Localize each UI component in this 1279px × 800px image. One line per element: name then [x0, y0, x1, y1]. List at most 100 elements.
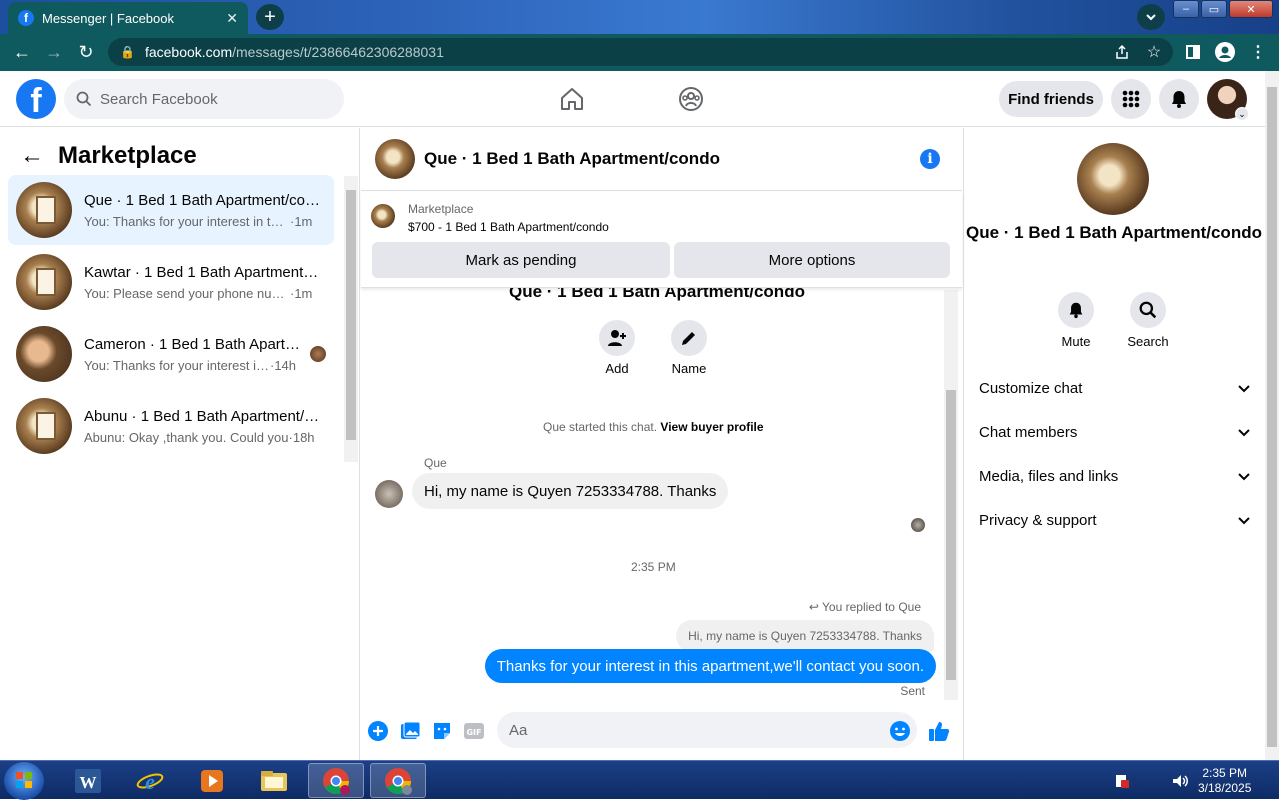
search-icon — [76, 91, 92, 107]
forward-arrow-icon[interactable]: → — [38, 37, 70, 69]
browser-tab[interactable]: f Messenger | Facebook ✕ — [8, 2, 248, 34]
tab-search-button[interactable] — [1137, 4, 1165, 30]
name-label: Name — [671, 361, 707, 376]
chat-photo[interactable] — [1077, 143, 1149, 215]
file-explorer-taskbar-icon[interactable] — [246, 763, 302, 798]
new-tab-button[interactable]: + — [256, 4, 284, 30]
thread-scrollbar[interactable] — [944, 290, 958, 700]
thumbs-up-icon[interactable] — [928, 720, 950, 742]
chat-panel: Que · 1 Bed 1 Bath Apartment/condo i Mar… — [361, 128, 962, 760]
home-icon[interactable] — [558, 85, 586, 113]
back-arrow-icon[interactable]: ← — [20, 142, 44, 170]
emoji-icon[interactable] — [889, 720, 911, 742]
conversation-item[interactable]: Que · 1 Bed 1 Bath Apartment/condo You: … — [8, 175, 334, 245]
account-avatar[interactable]: ⌄ — [1207, 79, 1249, 121]
page-scrollbar[interactable] — [1265, 71, 1279, 760]
view-buyer-profile-link[interactable]: View buyer profile — [660, 420, 763, 434]
url-path: /messages/t/23866462306288031 — [232, 44, 444, 60]
listing-thumbnail — [16, 398, 72, 454]
system-clock[interactable]: 2:35 PM 3/18/2025 — [1198, 766, 1251, 796]
mute-button[interactable]: Mute — [1046, 292, 1106, 349]
chat-title[interactable]: Que · 1 Bed 1 Bath Apartment/condo — [424, 149, 720, 169]
edit-name-button[interactable]: Name — [659, 320, 719, 376]
notification-flag-icon[interactable] — [1102, 763, 1142, 798]
search-input[interactable] — [100, 90, 320, 108]
chat-members-section[interactable]: Chat members — [979, 410, 1251, 454]
sender-name: Que — [424, 456, 447, 470]
browser-toolbar: ← → ↻ 🔒 facebook.com/messages/t/23866462… — [0, 34, 1279, 71]
start-button[interactable] — [4, 762, 44, 800]
minimize-window-button[interactable]: – — [1173, 0, 1199, 18]
notifications-bell-icon[interactable] — [1159, 79, 1199, 119]
conversation-item[interactable]: Cameron · 1 Bed 1 Bath Apartment/condo Y… — [8, 319, 334, 389]
outgoing-message[interactable]: Thanks for your interest in this apartme… — [484, 649, 936, 683]
conversation-list-scrollbar[interactable] — [344, 176, 358, 462]
address-bar[interactable]: 🔒 facebook.com/messages/t/23866462306288… — [108, 38, 1173, 66]
conversation-name: Cameron · 1 Bed 1 Bath Apartment/condo — [84, 335, 302, 353]
browser-tab-strip: f Messenger | Facebook ✕ + – ▭ ✕ — [0, 0, 1279, 34]
profile-icon[interactable] — [1212, 39, 1238, 65]
svg-text:e: e — [145, 769, 155, 794]
sticker-icon[interactable] — [431, 720, 453, 742]
listing-card: Marketplace $700 - 1 Bed 1 Bath Apartmen… — [361, 192, 962, 288]
photo-icon[interactable] — [399, 720, 421, 742]
bookmark-star-icon[interactable]: ☆ — [1141, 39, 1167, 65]
replied-text: You replied to Que — [822, 600, 921, 614]
conversation-time: ·1m — [290, 213, 313, 229]
close-tab-icon[interactable]: ✕ — [226, 10, 238, 27]
groups-icon[interactable] — [677, 85, 705, 113]
search-box[interactable] — [64, 79, 344, 119]
seen-avatar — [911, 518, 925, 532]
info-icon[interactable]: i — [920, 149, 940, 169]
browser-menu-icon[interactable]: ⋮ — [1245, 39, 1271, 65]
maximize-window-button[interactable]: ▭ — [1201, 0, 1227, 18]
conversation-preview: You: Thanks for your interest in this ap… — [84, 213, 290, 229]
conversation-time: ·1m — [290, 285, 313, 301]
chat-thumbnail[interactable] — [375, 139, 415, 179]
listing-category: Marketplace — [408, 202, 474, 216]
internet-explorer-taskbar-icon[interactable]: e — [122, 763, 178, 798]
menu-grid-icon[interactable] — [1111, 79, 1151, 119]
search-conversation-button[interactable]: Search — [1118, 292, 1178, 349]
add-people-button[interactable]: Add — [587, 320, 647, 376]
add-person-icon — [608, 330, 626, 346]
word-taskbar-icon[interactable]: W — [60, 763, 116, 798]
side-panel-icon[interactable] — [1180, 39, 1206, 65]
clock-time: 2:35 PM — [1202, 766, 1248, 780]
close-window-button[interactable]: ✕ — [1229, 0, 1273, 18]
customize-chat-section[interactable]: Customize chat — [979, 366, 1251, 410]
incoming-message[interactable]: Hi, my name is Quyen 7253334788. Thanks — [412, 473, 729, 509]
media-player-taskbar-icon[interactable] — [184, 763, 240, 798]
gif-icon[interactable]: GIF — [463, 720, 485, 742]
volume-icon[interactable] — [1160, 763, 1200, 798]
search-icon — [1139, 301, 1157, 319]
message-timestamp: 2:35 PM — [631, 560, 676, 574]
add-label: Add — [605, 361, 629, 376]
chrome-taskbar-icon[interactable] — [308, 763, 364, 798]
privacy-support-section[interactable]: Privacy & support — [979, 498, 1251, 542]
url-host: facebook.com — [144, 44, 233, 60]
back-arrow-icon[interactable]: ← — [6, 37, 38, 69]
section-label: Customize chat — [979, 379, 1083, 397]
find-friends-button[interactable]: Find friends — [999, 81, 1103, 117]
listing-thumbnail[interactable] — [371, 204, 395, 228]
mark-pending-button[interactable]: Mark as pending — [372, 242, 670, 278]
share-icon[interactable] — [1109, 39, 1135, 65]
contact-thumbnail — [16, 326, 72, 382]
sender-avatar[interactable] — [375, 480, 403, 508]
listing-price[interactable]: $700 - 1 Bed 1 Bath Apartment/condo — [408, 220, 609, 234]
conversation-item[interactable]: Abunu · 1 Bed 1 Bath Apartment/condo Abu… — [8, 391, 334, 461]
quoted-message[interactable]: Hi, my name is Quyen 7253334788. Thanks — [676, 620, 934, 652]
facebook-logo-icon[interactable]: f — [16, 79, 56, 119]
section-label: Privacy & support — [979, 511, 1097, 529]
section-label: Media, files and links — [979, 467, 1119, 485]
reload-icon[interactable]: ↻ — [70, 37, 102, 69]
chrome-taskbar-icon[interactable] — [370, 763, 426, 798]
media-files-links-section[interactable]: Media, files and links — [979, 454, 1251, 498]
more-options-button[interactable]: More options — [674, 242, 950, 278]
message-input[interactable] — [497, 712, 917, 748]
plus-circle-icon[interactable] — [367, 720, 389, 742]
conversation-item[interactable]: Kawtar · 1 Bed 1 Bath Apartment/condo Yo… — [8, 247, 334, 317]
mute-label: Mute — [1061, 334, 1091, 349]
started-text: Que started this chat. — [543, 420, 658, 434]
